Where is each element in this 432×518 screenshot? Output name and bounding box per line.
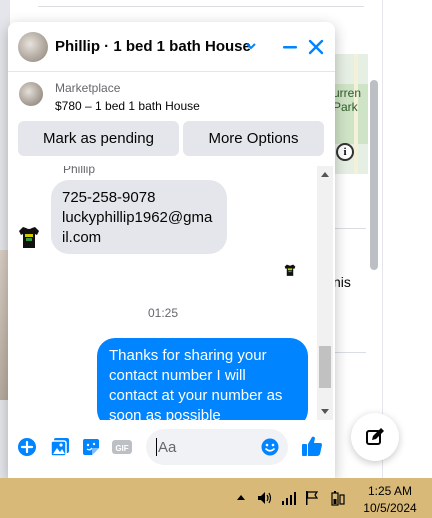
map-label-line1: urren [333,86,362,100]
sender-avatar[interactable] [16,224,42,250]
chevron-up-icon[interactable] [236,493,246,501]
listing-source: Marketplace [55,81,121,95]
chat-window: Phillip · 1 bed 1 bath House Marketplace… [8,22,335,478]
message-timestamp: 01:25 [147,306,179,320]
mark-as-pending-button[interactable]: Mark as pending [18,121,179,156]
message-input-container[interactable] [146,429,288,465]
flag-icon[interactable] [305,490,319,506]
clock-time[interactable]: 1:25 AM [360,484,420,498]
svg-text:GIF: GIF [115,444,128,453]
listing-card: Marketplace $780 – 1 bed 1 bath House Ma… [8,72,335,166]
more-options-button[interactable]: More Options [183,121,324,156]
scroll-up-arrow[interactable] [321,172,329,177]
incoming-line: 725-258-9078 [62,189,156,206]
background-sidebar [382,0,432,478]
battery-icon[interactable] [330,490,346,506]
incoming-message[interactable]: 725-258-9078 luckyphillip1962@gma il.com [51,180,227,254]
message-list: Phillip 725-258-9078 luckyphillip1962@gm… [8,166,335,420]
listing-title[interactable]: $780 – 1 bed 1 bath House [55,99,200,113]
background-divider-top [38,6,364,7]
plus-circle-icon[interactable] [16,436,38,458]
volume-icon[interactable] [256,490,274,506]
outgoing-message[interactable]: Thanks for sharing your contact number I… [97,338,308,420]
info-icon[interactable]: i [336,143,354,161]
composer-bar: GIF [8,420,335,478]
photo-icon[interactable] [49,436,71,458]
network-icon[interactable] [281,490,297,506]
map-label: urren Park [333,86,361,114]
background-divider [334,352,366,353]
new-message-button[interactable] [351,413,399,461]
chevron-down-icon[interactable] [245,40,257,52]
message-input[interactable] [158,438,258,456]
thumbs-up-icon[interactable] [300,434,324,458]
background-divider [334,228,366,229]
emoji-icon[interactable] [260,437,280,457]
sender-name: Phillip [63,166,96,176]
chat-header[interactable]: Phillip · 1 bed 1 bath House [8,22,335,72]
seen-indicator-avatar [284,264,296,276]
minimize-icon[interactable] [280,37,300,57]
close-icon[interactable] [306,37,326,57]
gif-icon[interactable]: GIF [111,436,133,458]
scroll-down-arrow[interactable] [321,409,329,414]
sticker-icon[interactable] [80,436,102,458]
avatar[interactable] [18,32,48,62]
background-partial-text: nis [333,274,351,290]
message-scrollbar[interactable] [317,166,333,420]
clock-date[interactable]: 10/5/2024 [355,501,425,515]
scrollbar-thumb[interactable] [319,346,331,388]
chat-title[interactable]: Phillip · 1 bed 1 bath House [55,38,251,55]
map-road [354,54,358,174]
taskbar: 1:25 AM 10/5/2024 [0,478,432,518]
incoming-line: il.com [62,229,102,246]
page-scrollbar-thumb[interactable] [370,80,378,270]
text-caret [156,438,157,456]
compose-icon [366,428,384,445]
listing-thumbnail[interactable] [19,82,43,106]
incoming-line: luckyphillip1962@gma [62,209,213,226]
map-label-line2: Park [333,100,358,114]
